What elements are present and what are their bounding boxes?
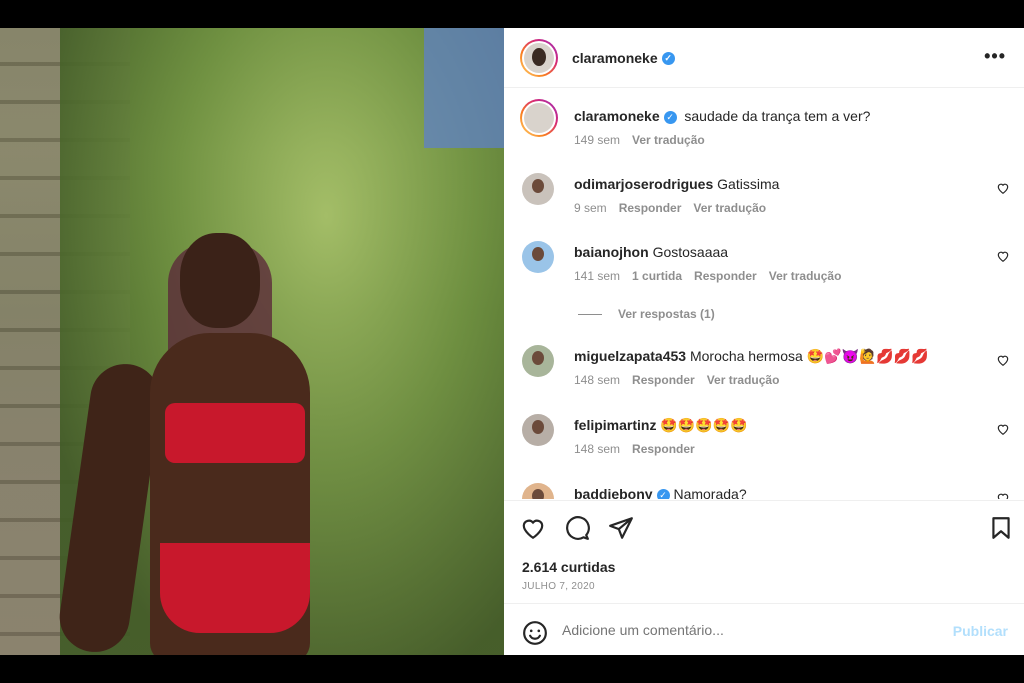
post-side-panel: claramoneke ✓ ••• claramoneke ✓ saudade da… <box>504 28 1024 655</box>
comment-likes[interactable]: 1 curtida <box>632 269 682 283</box>
comment-username[interactable]: miguelzapata453 <box>574 348 686 364</box>
verified-badge-icon: ✓ <box>656 488 670 499</box>
add-comment-bar: Publicar <box>504 603 1024 656</box>
like-comment-heart-icon[interactable] <box>996 181 1010 195</box>
comment-time[interactable]: 148 sem <box>574 442 620 456</box>
comment-text: Gatissima <box>717 176 780 192</box>
share-paper-plane-icon[interactable] <box>608 515 634 541</box>
post-header: claramoneke ✓ ••• <box>504 28 1024 88</box>
comment-text: 🤩🤩🤩🤩🤩 <box>660 417 748 433</box>
author-username[interactable]: claramoneke ✓ <box>572 50 675 66</box>
caption-translate-link[interactable]: Ver tradução <box>632 133 705 147</box>
emoji-smile-icon[interactable] <box>522 620 548 646</box>
caption-text: saudade da trança tem a ver? <box>684 108 871 124</box>
action-icons-bar <box>520 515 1010 545</box>
post-actions: 2.614 curtidas JULHO 7, 2020 Publicar <box>504 500 1024 655</box>
comment-username[interactable]: felipimartinz <box>574 417 656 433</box>
commenter-avatar[interactable] <box>522 483 554 499</box>
like-heart-icon[interactable] <box>520 515 546 541</box>
comment-time[interactable]: 141 sem <box>574 269 620 283</box>
comment-input[interactable] <box>562 622 922 638</box>
post-date: JULHO 7, 2020 <box>522 581 595 592</box>
like-comment-heart-icon[interactable] <box>996 353 1010 367</box>
comment-username[interactable]: odimarjoserodrigues <box>574 176 713 192</box>
translate-link[interactable]: Ver tradução <box>707 373 780 387</box>
like-comment-heart-icon[interactable] <box>996 249 1010 263</box>
comment-username[interactable]: baianojhon <box>574 244 649 260</box>
commenter-avatar[interactable] <box>522 414 554 446</box>
reply-link[interactable]: Responder <box>694 269 757 283</box>
translate-link[interactable]: Ver tradução <box>769 269 842 283</box>
comment-text: Morocha hermosa 🤩💕😈🙋💋💋💋 <box>689 348 929 364</box>
translate-link[interactable]: Ver tradução <box>693 201 766 215</box>
reply-link[interactable]: Responder <box>619 201 682 215</box>
comment-time[interactable]: 9 sem <box>574 201 607 215</box>
screen: claramoneke ✓ ••• claramoneke ✓ saudade da… <box>0 0 1024 683</box>
view-replies-button[interactable]: Ver respostas (1) <box>578 307 715 321</box>
comment-username[interactable]: baddiebony <box>574 486 653 499</box>
caption-username[interactable]: claramoneke <box>574 108 660 124</box>
person-figure <box>55 233 310 655</box>
comment-text: Namorada? <box>673 486 747 499</box>
commenter-avatar[interactable] <box>522 241 554 273</box>
commenter-avatar[interactable] <box>522 345 554 377</box>
post-photo[interactable] <box>0 28 504 655</box>
likes-count[interactable]: 2.614 curtidas <box>522 559 615 575</box>
verified-badge-icon: ✓ <box>661 52 675 66</box>
commenter-avatar[interactable] <box>522 173 554 205</box>
save-bookmark-icon[interactable] <box>988 515 1014 541</box>
comment-text: Gostosaaaa <box>652 244 729 260</box>
reply-link[interactable]: Responder <box>632 373 695 387</box>
verified-badge-icon: ✓ <box>663 110 677 124</box>
like-comment-heart-icon[interactable] <box>996 422 1010 436</box>
comment-bubble-icon[interactable] <box>564 515 590 541</box>
author-avatar[interactable] <box>520 38 558 77</box>
caption-avatar[interactable] <box>520 99 558 137</box>
comment-time[interactable]: 148 sem <box>574 373 620 387</box>
comments-list[interactable]: claramoneke ✓ saudade da trança tem a ver… <box>504 89 1024 499</box>
publish-button[interactable]: Publicar <box>953 623 1008 639</box>
caption-time[interactable]: 149 sem <box>574 133 620 147</box>
reply-link[interactable]: Responder <box>632 442 695 456</box>
sky-patch <box>424 28 504 148</box>
like-comment-heart-icon[interactable] <box>996 491 1010 499</box>
more-options-icon[interactable]: ••• <box>984 46 1006 67</box>
